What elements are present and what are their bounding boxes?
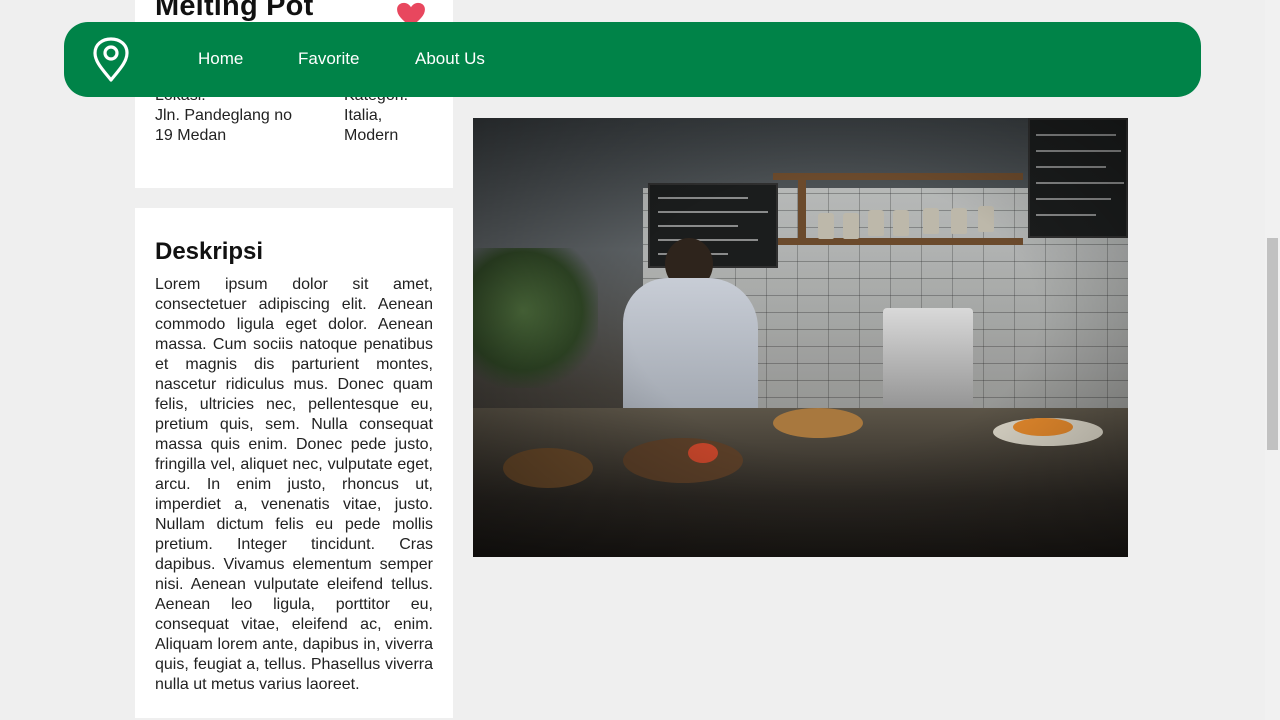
description-title: Deskripsi — [155, 238, 264, 265]
photo-vignette — [473, 118, 1128, 557]
description-text: Lorem ipsum dolor sit amet, consectetuer… — [155, 276, 433, 693]
top-navbar: Home Favorite About Us — [64, 22, 1201, 97]
page-scrollbar[interactable] — [1265, 0, 1280, 720]
restaurant-name: Melting Pot — [155, 0, 314, 22]
map-pin-icon[interactable] — [92, 37, 130, 82]
nav-about-us-link[interactable]: About Us — [415, 49, 485, 69]
nav-home-link[interactable]: Home — [198, 49, 243, 69]
scrollbar-thumb[interactable] — [1267, 238, 1278, 450]
nav-favorite-link[interactable]: Favorite — [298, 49, 359, 69]
description-card: Deskripsi Lorem ipsum dolor sit amet, co… — [135, 208, 453, 718]
restaurant-photo — [473, 118, 1128, 557]
category-value: Italia, Modern — [344, 107, 399, 144]
location-value: Jln. Pandeglang no 19 Medan — [155, 107, 292, 144]
